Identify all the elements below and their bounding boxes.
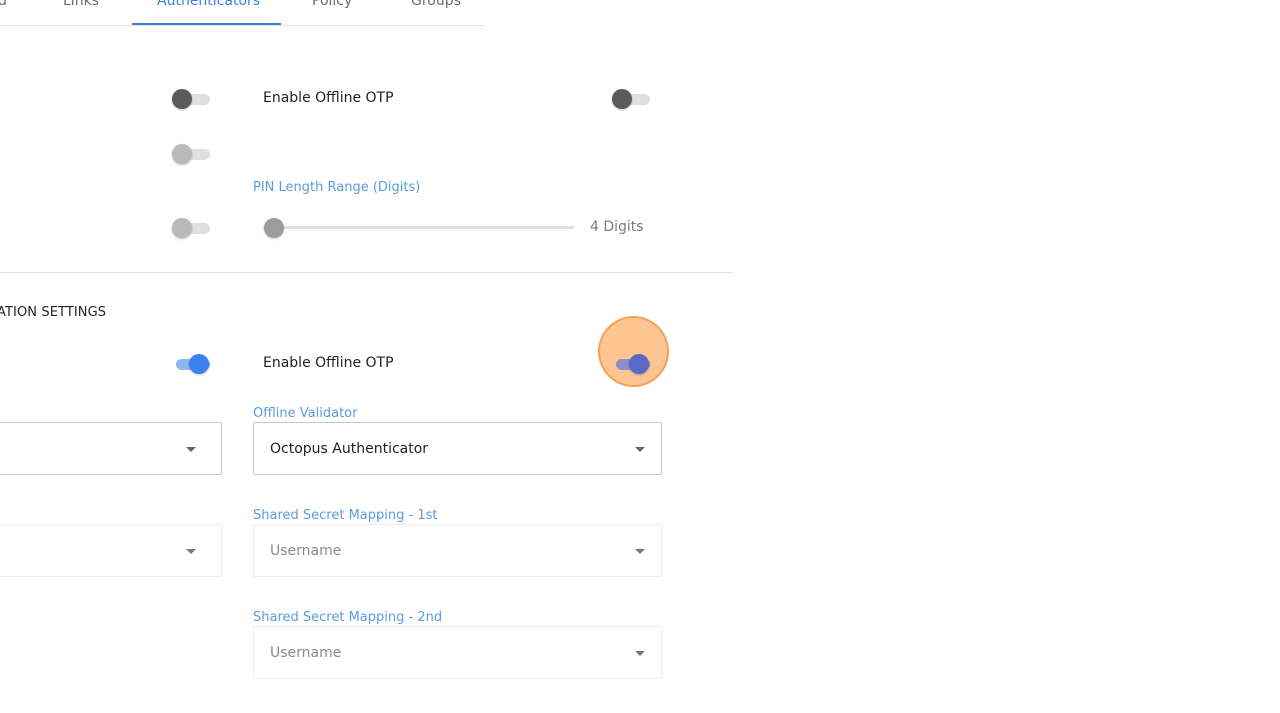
active-tab-indicator [132, 23, 281, 25]
chevron-down-icon [635, 447, 645, 452]
toggle-thumb [189, 354, 209, 374]
enable-offline-otp-label-2: Enable Offline OTP [263, 355, 394, 371]
pin-length-slider-track[interactable] [263, 226, 574, 229]
shared-secret-1-label: Shared Secret Mapping - 1st [253, 508, 438, 523]
left-toggle-2[interactable] [172, 143, 212, 165]
toggle-thumb [172, 89, 192, 109]
tabs-divider [0, 25, 485, 26]
chevron-down-icon [635, 549, 645, 554]
shared-secret-2-select[interactable]: Username [253, 626, 662, 679]
offline-validator-label: Offline Validator [253, 406, 358, 421]
pin-length-label: PIN Length Range (Digits) [253, 180, 421, 195]
toggle-thumb [612, 89, 632, 109]
left-select-1[interactable] [0, 422, 222, 475]
offline-validator-select[interactable]: Octopus Authenticator [253, 422, 662, 475]
toggle-thumb [172, 218, 192, 238]
pin-length-slider-thumb[interactable] [264, 218, 284, 238]
left-toggle-1[interactable] [172, 88, 212, 110]
section-divider [0, 272, 733, 273]
enable-offline-otp-label: Enable Offline OTP [263, 90, 394, 106]
tab-links[interactable]: Links [63, 0, 99, 9]
pin-length-value: 4 Digits [590, 219, 644, 235]
left-toggle-4[interactable] [172, 353, 212, 375]
section-title: ATION SETTINGS [0, 305, 107, 320]
left-toggle-3[interactable] [172, 217, 212, 239]
tab-policy[interactable]: Policy [312, 0, 352, 9]
left-select-2[interactable] [0, 524, 222, 577]
toggle-thumb [172, 144, 192, 164]
chevron-down-icon [635, 651, 645, 656]
tab-groups[interactable]: Groups [411, 0, 461, 9]
enable-offline-otp-toggle[interactable] [612, 88, 652, 110]
enable-offline-otp-toggle-2[interactable] [612, 353, 652, 375]
chevron-down-icon [186, 447, 196, 452]
shared-secret-2-value: Username [270, 644, 342, 661]
chevron-down-icon [186, 549, 196, 554]
toggle-thumb [629, 354, 649, 374]
shared-secret-1-value: Username [270, 542, 342, 559]
shared-secret-1-select[interactable]: Username [253, 524, 662, 577]
shared-secret-2-label: Shared Secret Mapping - 2nd [253, 610, 443, 625]
tab-partial[interactable]: d [0, 0, 7, 9]
tab-authenticators[interactable]: Authenticators [157, 0, 260, 9]
offline-validator-value: Octopus Authenticator [270, 440, 429, 457]
click-highlight-marker [598, 316, 669, 387]
